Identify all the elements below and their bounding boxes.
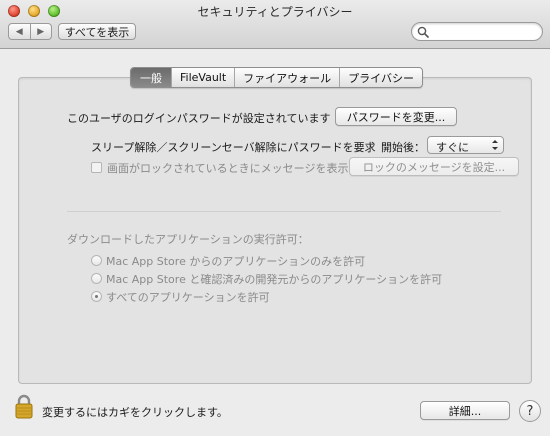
change-password-button[interactable]: パスワードを変更... [335,107,457,126]
back-forward-control: ◀ ▶ [8,23,52,40]
section-divider [67,211,501,212]
radio-app-store-and-identified[interactable] [91,273,102,284]
start-after-label: 開始後： [381,141,425,154]
window-title: セキュリティとプライバシー [197,5,353,19]
lock-icon[interactable] [14,393,34,419]
tab-bar: 一般 FileVault ファイアウォール プライバシー [130,67,423,88]
radio-app-store-and-identified-label: Mac App Store と確認済みの開発元からのアプリケーションを許可 [106,273,443,286]
login-password-text: このユーザのログインパスワードが設定されています [67,112,331,125]
start-after-select[interactable]: すぐに [427,136,504,154]
radio-app-store-only-label: Mac App Store からのアプリケーションのみを許可 [106,255,366,268]
advanced-button[interactable]: 詳細... [420,401,510,420]
general-settings-panel: このユーザのログインパスワードが設定されています パスワードを変更... スリー… [18,77,532,384]
search-input[interactable] [432,24,540,40]
select-arrows-icon [492,140,498,150]
start-after-value: すぐに [436,141,469,154]
lock-instruction-text: 変更するにはカギをクリックします。 [42,406,228,419]
radio-anywhere-label: すべてのアプリケーションを許可 [106,291,270,304]
preferences-window: セキュリティとプライバシー ◀ ▶ すべてを表示 一般 FileVault ファ… [0,0,550,436]
show-message-label: 画面がロックされているときにメッセージを表示 [107,162,349,175]
tab-general[interactable]: 一般 [131,68,172,87]
require-password-label: スリープ解除／スクリーンセーバ解除にパスワードを要求 [91,141,376,154]
search-field[interactable] [411,22,543,41]
radio-anywhere[interactable] [91,291,102,302]
back-arrow-icon[interactable]: ◀ [9,24,31,39]
show-message-checkbox[interactable] [91,162,102,173]
tab-privacy[interactable]: プライバシー [340,68,422,87]
titlebar: セキュリティとプライバシー ◀ ▶ すべてを表示 [0,0,550,49]
tab-firewall[interactable]: ファイアウォール [235,68,341,87]
show-all-button[interactable]: すべてを表示 [58,23,136,40]
forward-arrow-icon[interactable]: ▶ [31,24,52,39]
help-icon[interactable]: ? [519,400,541,422]
search-icon [417,26,429,38]
allow-apps-heading: ダウンロードしたアプリケーションの実行許可： [67,233,309,246]
set-lock-message-button[interactable]: ロックのメッセージを設定... [349,157,519,176]
tab-filevault[interactable]: FileVault [172,68,236,87]
radio-app-store-only[interactable] [91,255,102,266]
